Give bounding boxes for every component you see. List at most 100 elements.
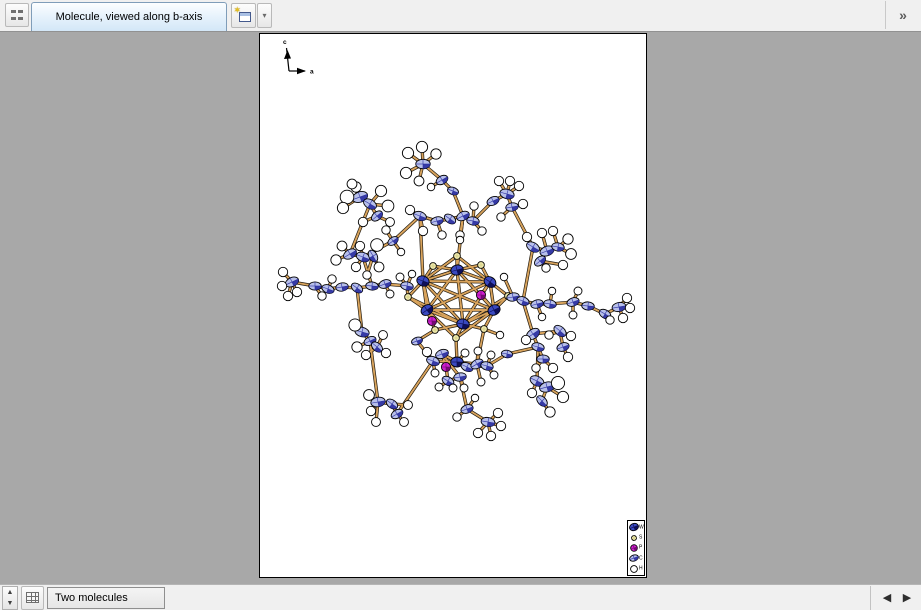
atom-H bbox=[474, 347, 482, 355]
atom-H bbox=[427, 183, 435, 191]
atom-H bbox=[449, 384, 457, 392]
atom-H bbox=[551, 376, 564, 389]
atom-C bbox=[581, 301, 594, 310]
atom-C bbox=[335, 282, 349, 292]
atom-H bbox=[381, 348, 390, 357]
atom-H bbox=[545, 407, 555, 417]
legend-entry-C: C bbox=[629, 553, 644, 563]
atom-H bbox=[522, 232, 531, 241]
atom-P bbox=[441, 362, 450, 371]
arrow-left-icon: ◀ bbox=[883, 591, 891, 604]
atom-H bbox=[438, 231, 446, 239]
tile-windows-button[interactable] bbox=[5, 3, 29, 27]
atom-H bbox=[494, 176, 503, 185]
atom-H bbox=[477, 378, 485, 386]
atom-C bbox=[556, 341, 571, 353]
atom-H bbox=[500, 273, 508, 281]
atom-H bbox=[340, 190, 354, 204]
document-tab-bar: Molecule, viewed along b-axis ✶ ▾ » bbox=[0, 0, 921, 32]
bond bbox=[523, 247, 533, 301]
legend-entry-S: S bbox=[629, 533, 644, 543]
bond bbox=[397, 361, 433, 414]
view-tab-label: Two molecules bbox=[55, 592, 128, 604]
atom-C bbox=[530, 298, 544, 309]
atom-H bbox=[404, 401, 413, 410]
legend-label: S bbox=[639, 536, 642, 541]
atom-S bbox=[405, 294, 412, 301]
legend-entry-P: P bbox=[629, 543, 644, 553]
atom-H bbox=[363, 271, 371, 279]
atom-H bbox=[569, 311, 577, 319]
atom-H bbox=[292, 287, 301, 296]
atom-H bbox=[622, 293, 631, 302]
molecule-drawing bbox=[260, 34, 648, 579]
atom-H bbox=[331, 255, 341, 265]
atom-H bbox=[566, 249, 577, 260]
atom-layer bbox=[277, 141, 634, 440]
atom-H bbox=[337, 241, 347, 251]
atom-H bbox=[496, 421, 505, 430]
atom-H bbox=[416, 141, 427, 152]
table-view-button[interactable] bbox=[21, 586, 44, 610]
atom-H bbox=[460, 384, 468, 392]
atom-C bbox=[552, 323, 568, 339]
atom-H bbox=[431, 369, 439, 377]
atom-H bbox=[364, 390, 375, 401]
star-icon: ✶ bbox=[234, 6, 242, 15]
atom-H bbox=[349, 319, 361, 331]
atom-H bbox=[532, 364, 540, 372]
atom-H bbox=[372, 418, 381, 427]
document-tab-label: Molecule, viewed along b-axis bbox=[56, 11, 203, 23]
atom-H bbox=[402, 147, 413, 158]
atom-H bbox=[574, 287, 582, 295]
application-window: Molecule, viewed along b-axis ✶ ▾ » c a bbox=[0, 0, 921, 610]
atom-C bbox=[384, 397, 399, 411]
atom-H bbox=[375, 185, 386, 196]
table-icon bbox=[26, 592, 39, 603]
atom-H bbox=[379, 331, 388, 340]
atom-C bbox=[531, 341, 545, 352]
legend-label: H bbox=[639, 567, 643, 572]
view-tab[interactable]: Two molecules bbox=[47, 587, 165, 609]
atom-H bbox=[422, 347, 431, 356]
atom-C bbox=[349, 281, 364, 295]
atom-H bbox=[527, 388, 536, 397]
atom-C bbox=[400, 281, 414, 291]
atom-H bbox=[470, 202, 478, 210]
atom-H bbox=[486, 431, 495, 440]
atom-H bbox=[453, 413, 461, 421]
legend-label: C bbox=[639, 556, 643, 561]
atom-C bbox=[537, 355, 550, 363]
atom-H bbox=[514, 181, 523, 190]
atom-S bbox=[478, 262, 485, 269]
document-tab[interactable]: Molecule, viewed along b-axis bbox=[31, 2, 227, 31]
next-view-button[interactable]: ▶ bbox=[897, 587, 917, 609]
workspace: c a WSPCH bbox=[0, 32, 921, 584]
spin-down-button[interactable]: ▼ bbox=[3, 598, 17, 609]
atom-C bbox=[611, 301, 626, 312]
new-window-button[interactable]: ✶ bbox=[231, 3, 256, 28]
atom-H bbox=[456, 236, 464, 244]
atom-C bbox=[430, 215, 444, 226]
atom-H bbox=[563, 234, 573, 244]
element-legend: WSPCH bbox=[627, 520, 645, 576]
tab-overflow-button[interactable]: » bbox=[885, 1, 919, 29]
atom-C bbox=[370, 209, 385, 223]
atom-H bbox=[493, 408, 502, 417]
spin-up-button[interactable]: ▲ bbox=[3, 587, 17, 598]
atom-H bbox=[386, 218, 395, 227]
atom-H bbox=[351, 262, 360, 271]
triangle-up-icon: ▲ bbox=[7, 589, 14, 596]
legend-glyph-S bbox=[629, 533, 639, 543]
atom-H bbox=[566, 331, 575, 340]
previous-view-button[interactable]: ◀ bbox=[877, 587, 897, 609]
atom-H bbox=[386, 290, 394, 298]
atom-H bbox=[496, 331, 504, 339]
atom-H bbox=[405, 205, 414, 214]
atom-H bbox=[400, 418, 409, 427]
atom-H bbox=[545, 331, 553, 339]
legend-glyph-W bbox=[629, 522, 639, 532]
new-window-dropdown-button[interactable]: ▾ bbox=[257, 3, 272, 28]
chevron-down-icon: ▾ bbox=[262, 11, 266, 20]
atom-H bbox=[557, 391, 568, 402]
